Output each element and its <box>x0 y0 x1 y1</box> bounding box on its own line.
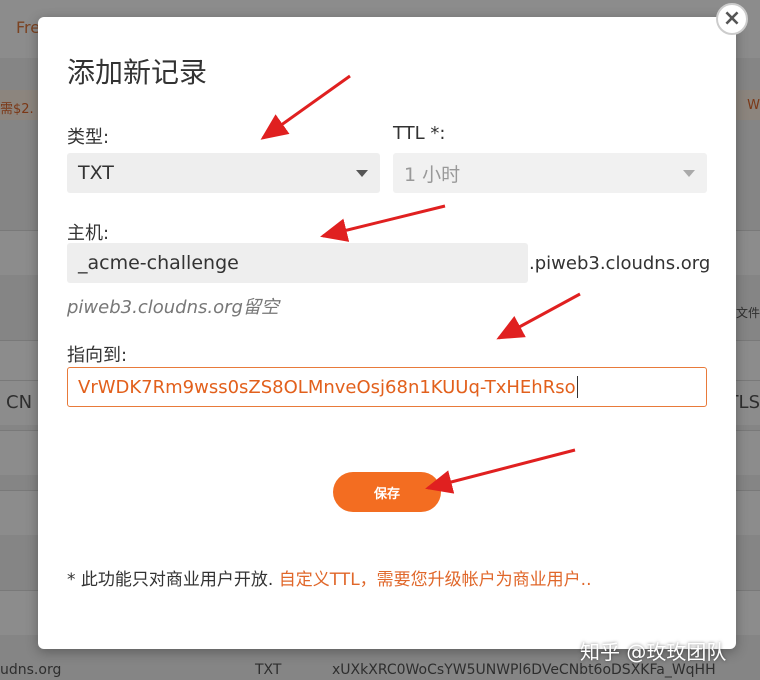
arrow-to-save <box>425 448 576 494</box>
arrow-to-host <box>320 204 446 242</box>
arrow-to-type <box>260 74 351 140</box>
arrow-to-target <box>496 292 581 340</box>
annotation-arrows <box>260 74 581 494</box>
watermark: 知乎 @玫玫团队 <box>580 640 727 664</box>
